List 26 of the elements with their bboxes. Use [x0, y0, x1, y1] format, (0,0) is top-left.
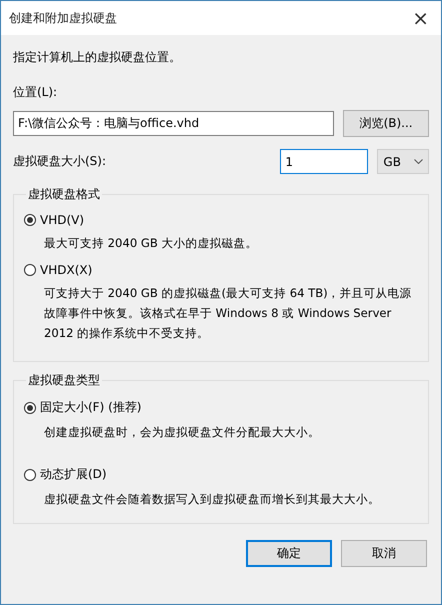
cancel-button[interactable]: 取消: [341, 540, 427, 567]
close-button[interactable]: ×: [410, 6, 431, 30]
browse-button[interactable]: 浏览(B)...: [343, 110, 429, 137]
radio-button[interactable]: [24, 468, 36, 480]
radio-button[interactable]: [24, 402, 36, 414]
unit-dropdown[interactable]: GB: [377, 149, 429, 174]
size-label: 虚拟硬盘大小(S):: [13, 153, 108, 170]
option-description: 可支持大于 2040 GB 的虚拟磁盘(最大可支持 64 TB)，并且可从电源故障事件中恢复。该格式在早于 Windows 8 或 Windows Server 2012 的操作系统中不受支持。: [44, 285, 413, 342]
group-title: 虚拟硬盘类型: [27, 372, 101, 389]
window-title: 创建和附加虚拟硬盘: [9, 10, 117, 26]
location-label: 位置(L):: [13, 84, 58, 101]
size-field[interactable]: 1: [280, 149, 368, 174]
radio-button[interactable]: [24, 264, 36, 276]
radio-button[interactable]: [24, 214, 36, 226]
group-title: 虚拟硬盘格式: [27, 186, 101, 203]
option-description: 虚拟硬盘文件会随着数据写入到虚拟硬盘而增长到其最大大小。: [44, 491, 381, 508]
location-field[interactable]: F:\微信公众号：电脑与office.vhd: [13, 111, 334, 136]
option-label: 动态扩展(D): [40, 466, 107, 483]
option-description: 最大可支持 2040 GB 大小的虚拟磁盘。: [44, 235, 258, 252]
instruction-text: 指定计算机上的虚拟硬盘位置。: [13, 49, 182, 66]
option-label: VHDX(X): [40, 263, 92, 277]
option-description: 创建虚拟硬盘时，会为虚拟硬盘文件分配最大大小。: [44, 424, 321, 441]
option-label: VHD(V): [40, 213, 84, 227]
option-label: 固定大小(F) (推荐): [40, 399, 142, 416]
chevron-down-icon: [414, 159, 423, 164]
ok-button[interactable]: 确定: [246, 540, 332, 567]
